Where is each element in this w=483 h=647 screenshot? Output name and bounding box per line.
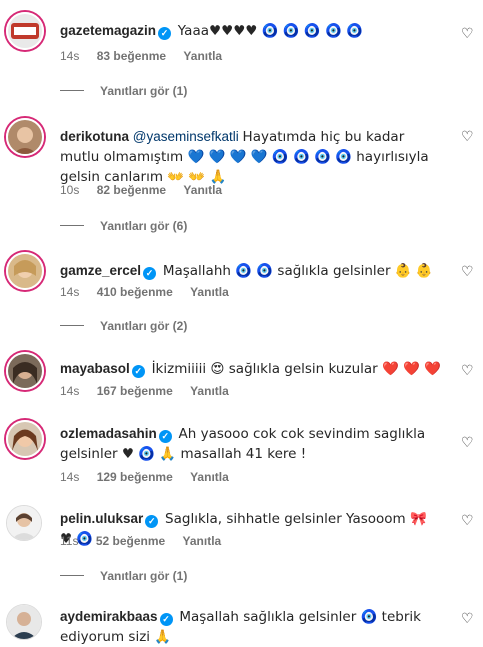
username[interactable]: aydemirakbaas [60,609,158,624]
heart-outline-icon[interactable]: ♡ [461,130,475,144]
view-replies-label: Yanıtları gör (1) [100,84,188,98]
like-count[interactable]: 52 beğenme [96,534,165,548]
comment-time: 14s [60,470,80,484]
reply-button[interactable]: Yanıtla [190,384,229,398]
verified-badge-icon: ✓ [158,430,172,443]
comment-meta: 10s 82 beğenme Yanıtla [60,183,236,197]
avatar[interactable] [6,420,44,458]
comment-meta: 11s 52 beğenme Yanıtla [60,534,235,548]
verified-badge-icon: ✓ [159,613,173,626]
view-replies-label: Yanıtları gör (1) [100,569,188,583]
mention-link[interactable]: @yaseminsefkatli [133,129,239,144]
like-count[interactable]: 167 beğenme [97,384,173,398]
divider [60,225,84,226]
comment-time: 14s [60,285,80,299]
view-replies-button[interactable]: Yanıtları gör (1) [60,84,187,98]
heart-outline-icon[interactable]: ♡ [461,436,475,450]
username[interactable]: pelin.uluksar [60,511,143,526]
reply-button[interactable]: Yanıtla [183,183,222,197]
username[interactable]: gazetemagazin [60,23,156,38]
avatar[interactable] [6,352,44,390]
verified-badge-icon: ✓ [143,267,157,280]
comment-time: 10s [60,183,80,197]
reply-button[interactable]: Yanıtla [190,470,229,484]
comment-content: Yaaa♥♥♥♥ 🧿 🧿 🧿 🧿 🧿 [177,23,363,39]
divider [60,575,84,576]
avatar[interactable] [6,118,44,156]
view-replies-label: Yanıtları gör (2) [100,319,188,333]
verified-badge-icon: ✓ [145,515,159,528]
view-replies-button[interactable]: Yanıtları gör (1) [60,569,187,583]
view-replies-button[interactable]: Yanıtları gör (6) [60,219,187,233]
heart-outline-icon[interactable]: ♡ [461,27,475,41]
like-count[interactable]: 83 beğenme [97,49,166,63]
avatar[interactable] [6,12,44,50]
comment-meta: 14s 129 beğenme Yanıtla [60,470,243,484]
comment-time: 14s [60,49,80,63]
username[interactable]: mayabasol [60,361,130,376]
comment-time: 14s [60,384,80,398]
heart-outline-icon[interactable]: ♡ [461,514,475,528]
avatar[interactable] [6,505,42,541]
verified-badge-icon: ✓ [158,27,172,40]
view-replies-button[interactable]: Yanıtları gör (2) [60,319,187,333]
reply-button[interactable]: Yanıtla [183,534,222,548]
comment-text: derikotuna @yaseminsefkatli Hayatımda hi… [60,127,443,187]
comment-meta: 14s 167 beğenme Yanıtla [60,384,243,398]
verified-badge-icon: ✓ [131,365,145,378]
comment-text: gamze_ercel ✓ Maşallahh 🧿 🧿 sağlıkla gels… [60,261,443,281]
reply-button[interactable]: Yanıtla [183,49,222,63]
username[interactable]: ozlemadasahin [60,426,157,441]
comment-content: Maşallahh 🧿 🧿 sağlıkla gelsinler 👶 👶 [162,263,433,279]
like-count[interactable]: 410 beğenme [97,285,173,299]
view-replies-label: Yanıtları gör (6) [100,219,188,233]
avatar[interactable] [6,252,44,290]
heart-outline-icon[interactable]: ♡ [461,265,475,279]
comment-text: ozlemadasahin ✓ Ah yasooo cok cok sevindi… [60,424,443,464]
comment-content: İkizmiiiii 😍 sağlıkla gelsin kuzular ❤️ … [151,361,442,377]
divider [60,325,84,326]
username[interactable]: derikotuna [60,129,129,144]
like-count[interactable]: 82 beğenme [97,183,166,197]
heart-outline-icon[interactable]: ♡ [461,612,475,626]
avatar[interactable] [6,604,42,640]
username[interactable]: gamze_ercel [60,263,141,278]
heart-outline-icon[interactable]: ♡ [461,364,475,378]
like-count[interactable]: 129 beğenme [97,470,173,484]
reply-button[interactable]: Yanıtla [190,285,229,299]
comment-text: mayabasol ✓ İkizmiiiii 😍 sağlıkla gelsin … [60,359,443,379]
comment-time: 11s [60,534,79,548]
comment-text: aydemirakbaas ✓ Maşallah sağlıkla gelsinl… [60,607,443,647]
comment-meta: 14s 410 beğenme Yanıtla [60,285,243,299]
comment-text: gazetemagazin ✓ Yaaa♥♥♥♥ 🧿 🧿 🧿 🧿 🧿 [60,21,443,41]
comment-meta: 14s 83 beğenme Yanıtla [60,49,236,63]
divider [60,90,84,91]
